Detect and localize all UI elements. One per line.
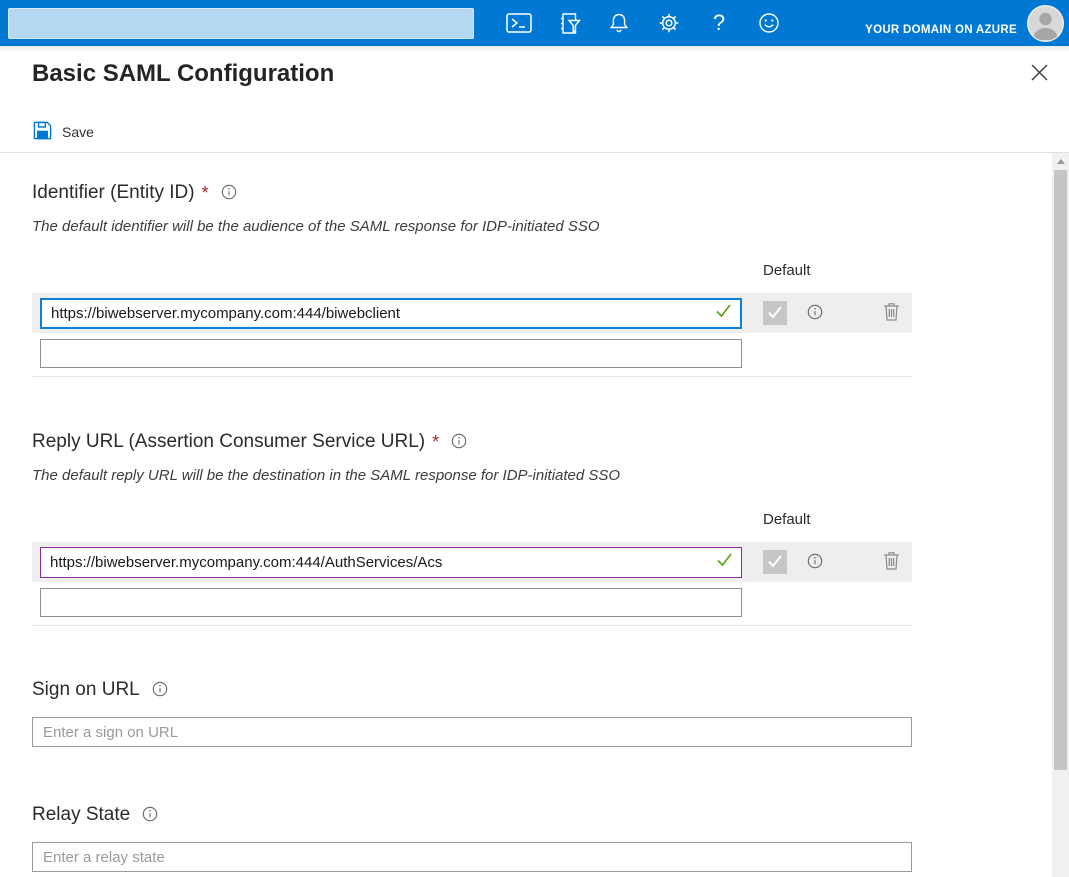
cloud-shell-icon xyxy=(506,13,532,33)
info-icon xyxy=(142,806,158,825)
info-icon xyxy=(807,553,823,572)
azure-portal-window: ? YOUR DOMAIN ON AZURE xyxy=(0,0,1069,877)
vertical-scrollbar[interactable] xyxy=(1052,153,1069,877)
bell-icon xyxy=(607,12,631,34)
question-mark-icon: ? xyxy=(713,12,725,34)
required-asterisk: * xyxy=(432,430,439,454)
relay-state-input[interactable] xyxy=(32,842,912,872)
global-search-input[interactable] xyxy=(8,8,474,39)
delete-row-button[interactable] xyxy=(883,551,900,573)
command-toolbar: Save xyxy=(0,112,1069,152)
identifier-info-button[interactable] xyxy=(221,184,237,203)
info-icon xyxy=(221,184,237,203)
close-icon xyxy=(1031,64,1048,84)
reply-url-section-title: Reply URL (Assertion Consumer Service UR… xyxy=(32,430,425,454)
default-checkbox[interactable] xyxy=(763,301,787,325)
directory-filter-button[interactable] xyxy=(544,0,594,46)
identifier-description: The default identifier will be the audie… xyxy=(32,218,912,235)
topbar: ? YOUR DOMAIN ON AZURE xyxy=(0,0,1069,46)
identifier-url-input-new[interactable] xyxy=(40,339,742,368)
section-divider xyxy=(32,625,912,626)
identifier-section: Identifier (Entity ID) * The default ide… xyxy=(32,181,912,377)
form-scroll-area: Identifier (Entity ID) * The default ide… xyxy=(0,153,1069,877)
relay-state-section: Relay State xyxy=(32,803,912,872)
reply-url-input[interactable] xyxy=(41,554,716,571)
relay-state-section-title: Relay State xyxy=(32,803,130,827)
gear-icon xyxy=(657,11,681,35)
scrollbar-thumb[interactable] xyxy=(1054,170,1067,770)
trash-icon xyxy=(883,551,900,573)
default-info-button[interactable] xyxy=(807,553,823,572)
delete-row-button[interactable] xyxy=(883,302,900,324)
notifications-button[interactable] xyxy=(594,0,644,46)
feedback-button[interactable] xyxy=(744,0,794,46)
info-icon xyxy=(451,433,467,452)
info-icon xyxy=(807,304,823,323)
section-divider xyxy=(32,376,912,377)
sign-on-url-input[interactable] xyxy=(32,717,912,747)
sign-on-url-section-title: Sign on URL xyxy=(32,678,140,702)
reply-url-info-button[interactable] xyxy=(451,433,467,452)
save-button-label: Save xyxy=(62,124,94,140)
relay-state-info-button[interactable] xyxy=(142,806,158,825)
identifier-url-input-wrap xyxy=(40,298,742,329)
required-asterisk: * xyxy=(202,181,209,205)
close-button[interactable] xyxy=(1023,58,1055,90)
identifier-row-1 xyxy=(32,293,912,333)
trash-icon xyxy=(883,302,900,324)
page-title: Basic SAML Configuration xyxy=(32,58,1037,90)
panel-header: Basic SAML Configuration xyxy=(0,46,1069,112)
reply-url-input-new[interactable] xyxy=(40,588,742,617)
default-checkbox[interactable] xyxy=(763,550,787,574)
valid-check-icon xyxy=(716,552,733,572)
identifier-section-title: Identifier (Entity ID) xyxy=(32,181,195,205)
avatar[interactable] xyxy=(1027,5,1064,42)
info-icon xyxy=(152,681,168,700)
checkbox-check-icon xyxy=(767,305,783,322)
save-button[interactable]: Save xyxy=(33,121,94,143)
default-info-button[interactable] xyxy=(807,304,823,323)
default-column-header: Default xyxy=(32,511,912,529)
reply-url-description: The default reply URL will be the destin… xyxy=(32,467,912,484)
save-icon xyxy=(33,121,52,143)
reply-url-row-2 xyxy=(40,588,912,617)
identifier-row-2 xyxy=(40,339,912,368)
settings-button[interactable] xyxy=(644,0,694,46)
reply-url-section: Reply URL (Assertion Consumer Service UR… xyxy=(32,430,912,626)
sign-on-url-info-button[interactable] xyxy=(152,681,168,700)
smiley-icon xyxy=(757,11,781,35)
scrollbar-up-button[interactable] xyxy=(1052,153,1069,170)
valid-check-icon xyxy=(715,303,732,323)
reply-url-input-wrap xyxy=(40,547,742,578)
sign-on-url-section: Sign on URL xyxy=(32,678,912,747)
identifier-url-input[interactable] xyxy=(42,305,715,322)
scroll-up-arrow-icon xyxy=(1057,159,1065,164)
topbar-icons: ? xyxy=(494,0,794,46)
checkbox-check-icon xyxy=(767,554,783,571)
cloud-shell-button[interactable] xyxy=(494,0,544,46)
help-button[interactable]: ? xyxy=(694,0,744,46)
form-content: Identifier (Entity ID) * The default ide… xyxy=(0,181,1052,877)
account-domain-label: YOUR DOMAIN ON AZURE xyxy=(865,24,1017,36)
reply-url-row-1 xyxy=(32,542,912,582)
directory-filter-icon xyxy=(558,12,581,35)
default-column-header: Default xyxy=(32,262,912,280)
